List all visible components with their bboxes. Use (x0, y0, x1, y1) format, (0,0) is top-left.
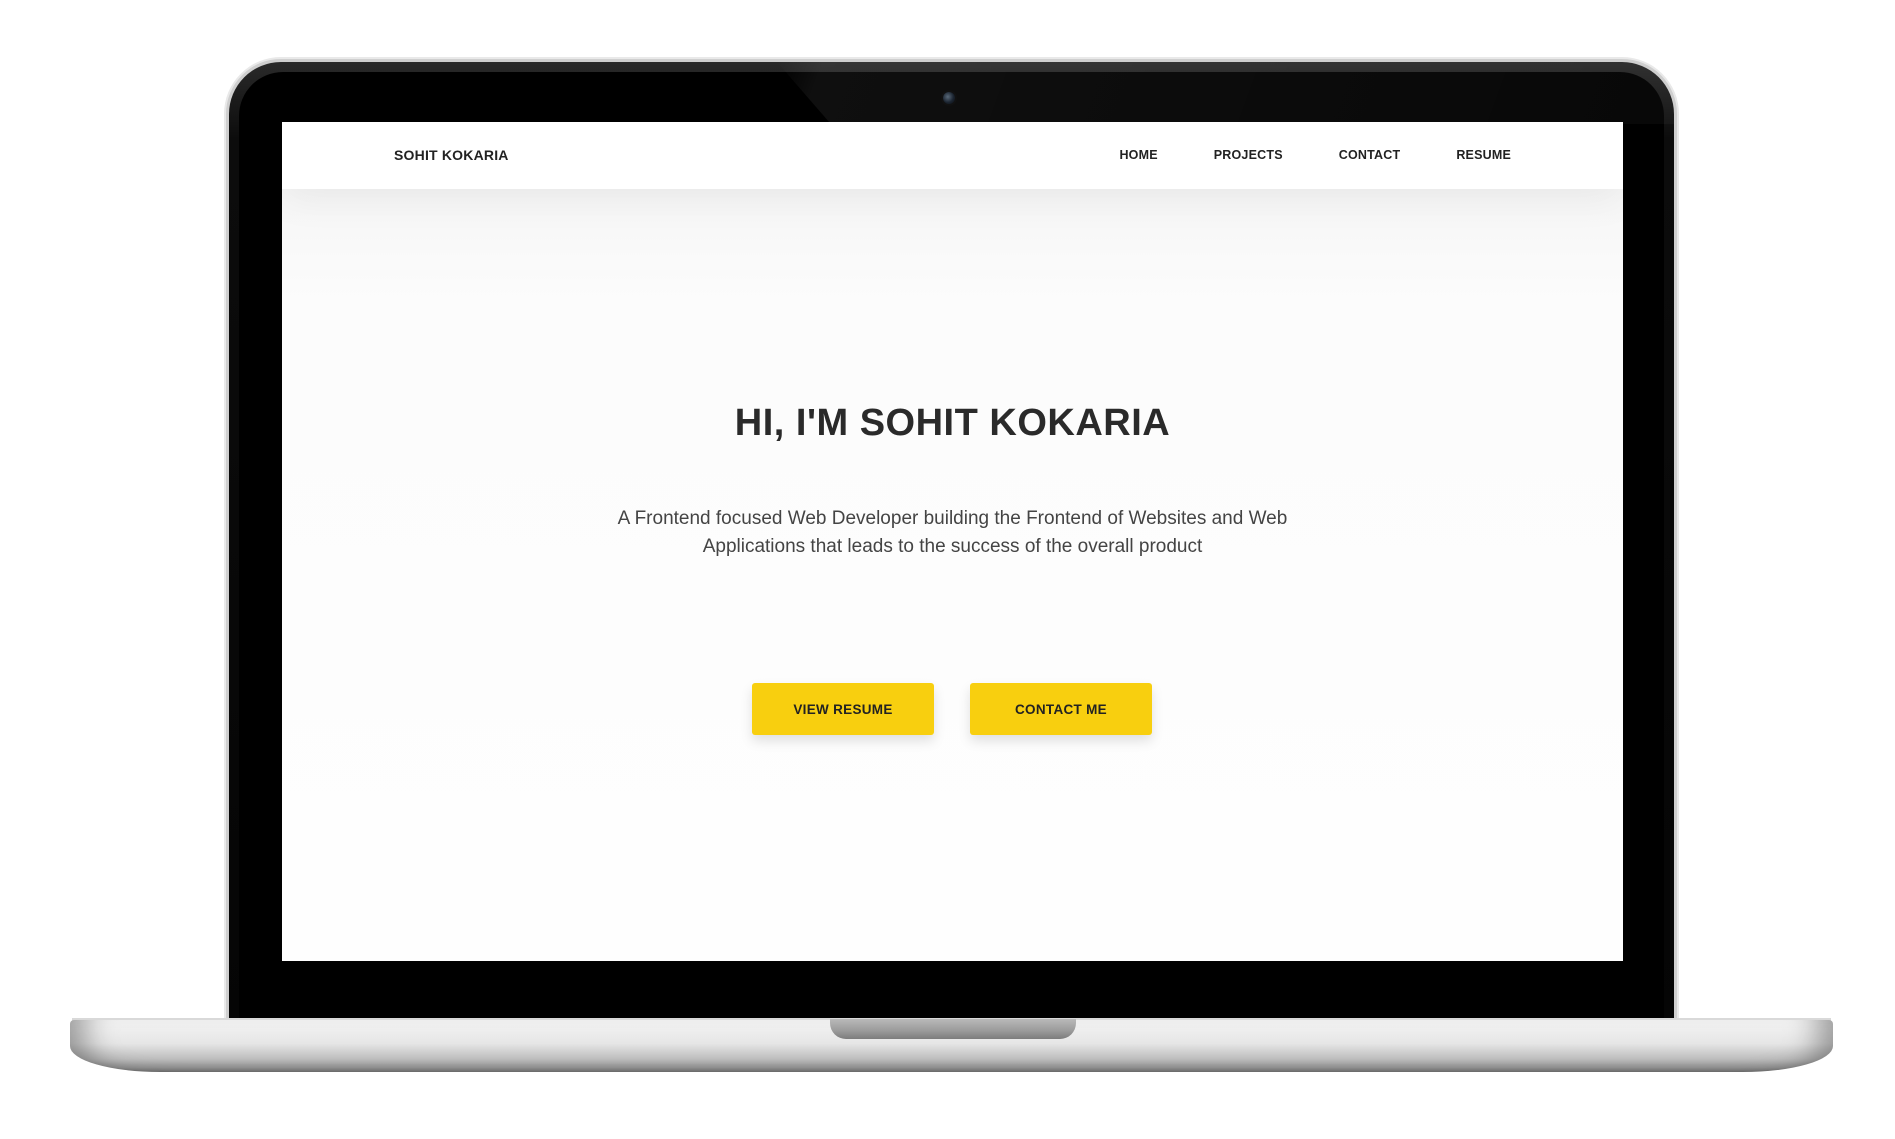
bezel-gloss (777, 62, 1674, 124)
webcam-icon (943, 92, 955, 104)
contact-me-button[interactable]: CONTACT ME (970, 683, 1152, 735)
laptop-lid: SOHIT KOKARIA HOME PROJECTS CONTACT RESU… (229, 62, 1674, 1024)
hero-subtitle: A Frontend focused Web Developer buildin… (617, 508, 1288, 557)
site-header: SOHIT KOKARIA HOME PROJECTS CONTACT RESU… (282, 122, 1623, 189)
nav-link-resume[interactable]: RESUME (1456, 148, 1511, 162)
view-resume-button[interactable]: VIEW RESUME (752, 683, 934, 735)
nav-link-contact[interactable]: CONTACT (1339, 148, 1401, 162)
hero-title: HI, I'M SOHIT KOKARIA (734, 402, 1171, 444)
brand-logo-link[interactable]: SOHIT KOKARIA (394, 147, 509, 163)
hero-section: HI, I'M SOHIT KOKARIA A Frontend focused… (282, 189, 1623, 961)
nav-link-home[interactable]: HOME (1119, 148, 1157, 162)
laptop-screen: SOHIT KOKARIA HOME PROJECTS CONTACT RESU… (282, 122, 1623, 961)
main-nav: HOME PROJECTS CONTACT RESUME (1063, 148, 1511, 162)
laptop-notch (830, 1019, 1076, 1039)
nav-link-projects[interactable]: PROJECTS (1214, 148, 1283, 162)
